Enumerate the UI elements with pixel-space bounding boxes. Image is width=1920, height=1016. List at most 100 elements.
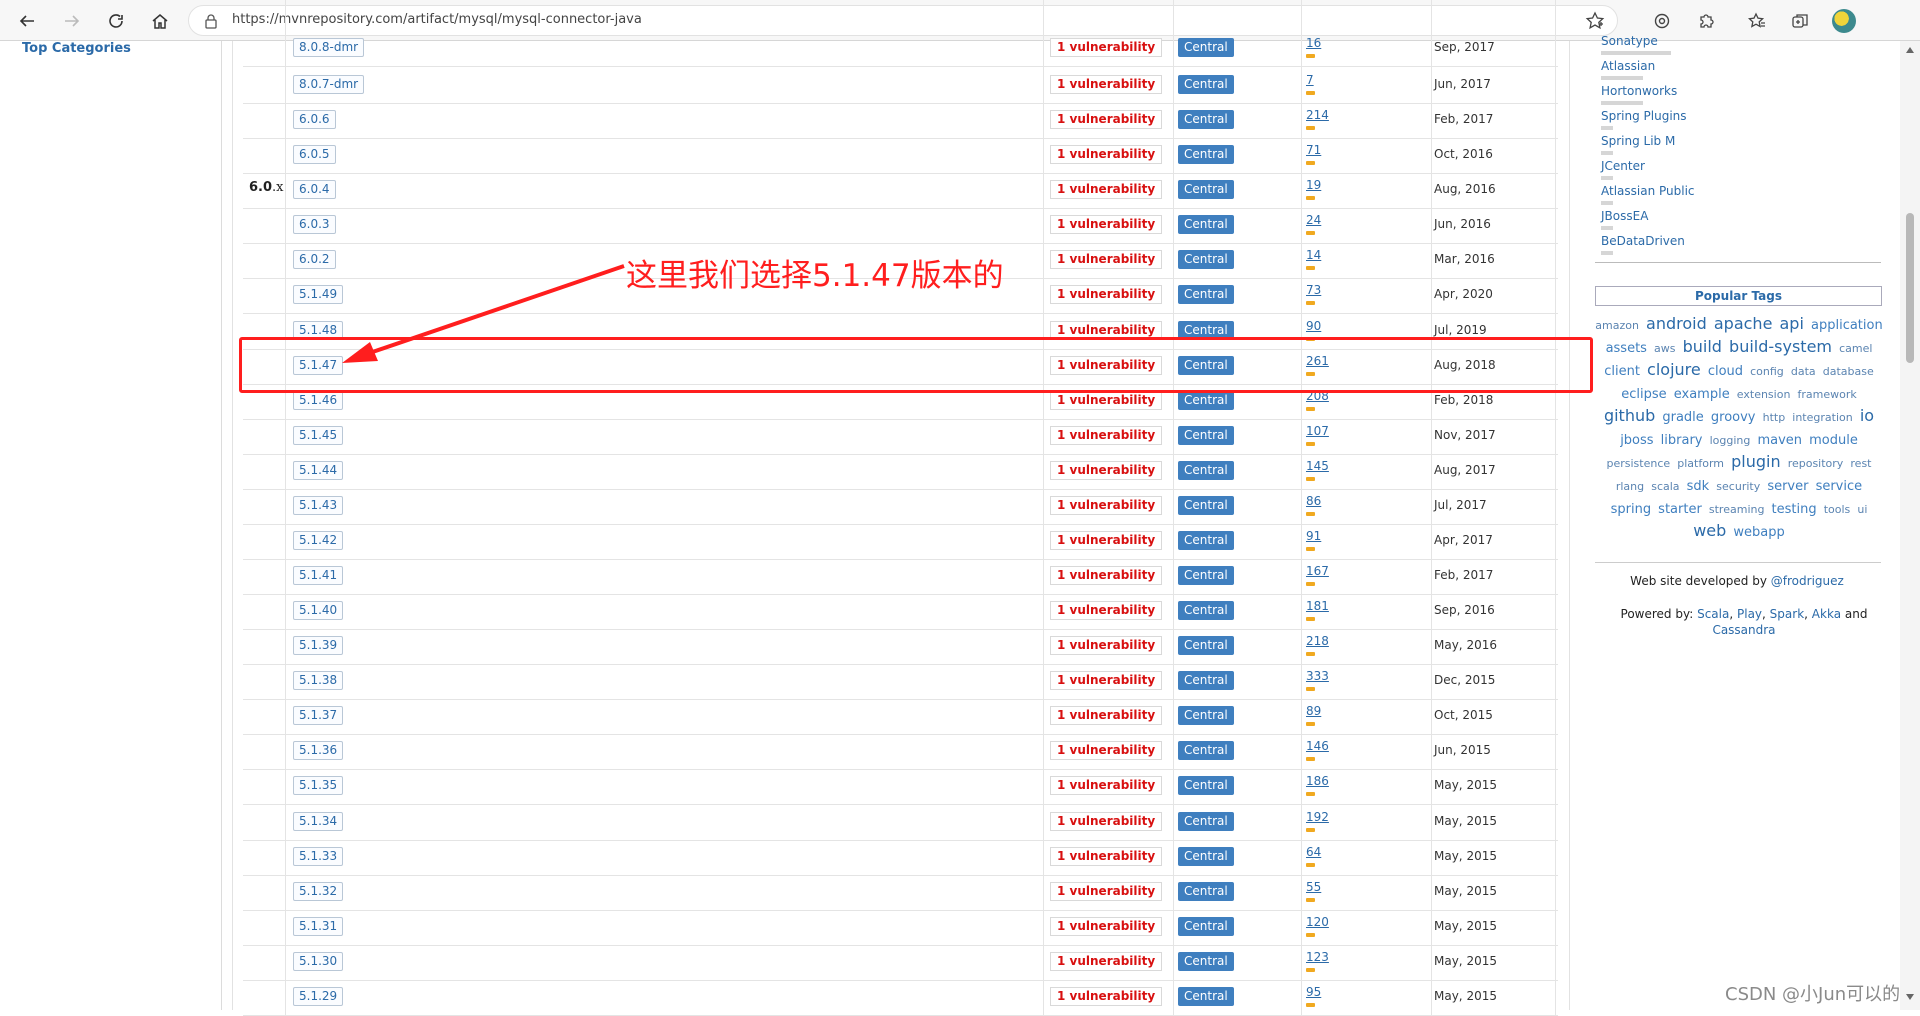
tag-link[interactable]: plugin [1731, 452, 1780, 471]
version-link[interactable]: 5.1.29 [293, 986, 344, 1006]
tag-link[interactable]: scala [1651, 480, 1679, 493]
version-link[interactable]: 5.1.34 [293, 811, 344, 831]
vulnerability-badge[interactable]: 1 vulnerability [1050, 636, 1163, 656]
vulnerability-badge[interactable]: 1 vulnerability [1050, 495, 1163, 515]
tag-link[interactable]: extension [1737, 388, 1791, 401]
vulnerability-badge[interactable]: 1 vulnerability [1050, 180, 1163, 200]
vulnerability-badge[interactable]: 1 vulnerability [1050, 145, 1163, 165]
vulnerability-badge[interactable]: 1 vulnerability [1050, 285, 1163, 305]
usages-link[interactable]: 167 [1306, 564, 1329, 578]
url-text[interactable]: https://mvnrepository.com/artifact/mysql… [232, 12, 642, 27]
tag-link[interactable]: android [1646, 314, 1707, 333]
tag-link[interactable]: maven [1757, 433, 1802, 448]
repository-badge[interactable]: Central [1178, 390, 1234, 410]
vulnerability-badge[interactable]: 1 vulnerability [1050, 601, 1163, 621]
collections-icon[interactable] [1788, 9, 1812, 33]
usages-link[interactable]: 95 [1306, 985, 1321, 999]
tag-link[interactable]: http [1763, 411, 1786, 424]
powered-link-scala[interactable]: Scala [1697, 607, 1729, 621]
version-link[interactable]: 6.0.5 [293, 145, 336, 165]
back-icon[interactable] [15, 9, 39, 33]
tag-link[interactable]: config [1750, 365, 1784, 378]
version-link[interactable]: 5.1.39 [293, 636, 344, 656]
repository-link[interactable]: Sonatype [1601, 34, 1658, 48]
repository-badge[interactable]: Central [1178, 110, 1234, 130]
version-link[interactable]: 5.1.44 [293, 460, 344, 480]
repository-link[interactable]: Spring Lib M [1601, 134, 1675, 148]
repository-link[interactable]: Spring Plugins [1601, 109, 1687, 123]
tag-link[interactable]: clojure [1647, 360, 1701, 379]
tag-link[interactable]: integration [1792, 411, 1852, 424]
usages-link[interactable]: 214 [1306, 108, 1329, 122]
usages-link[interactable]: 186 [1306, 774, 1329, 788]
usages-link[interactable]: 333 [1306, 669, 1329, 683]
tag-link[interactable]: database [1823, 365, 1874, 378]
tag-link[interactable]: platform [1677, 457, 1724, 470]
vulnerability-badge[interactable]: 1 vulnerability [1050, 706, 1163, 726]
version-link[interactable]: 5.1.41 [293, 566, 344, 586]
tag-link[interactable]: logging [1710, 434, 1751, 447]
vulnerability-badge[interactable]: 1 vulnerability [1050, 671, 1163, 691]
repository-badge[interactable]: Central [1178, 636, 1234, 656]
tag-link[interactable]: amazon [1595, 319, 1639, 332]
powered-link-play[interactable]: Play [1737, 607, 1762, 621]
repository-link[interactable]: BeDataDriven [1601, 234, 1685, 248]
forward-icon[interactable] [60, 9, 84, 33]
repository-badge[interactable]: Central [1178, 706, 1234, 726]
tag-link[interactable]: data [1791, 365, 1816, 378]
usages-link[interactable]: 14 [1306, 248, 1321, 262]
scrollbar-thumb[interactable] [1906, 213, 1914, 363]
version-link[interactable]: 5.1.33 [293, 846, 344, 866]
vulnerability-badge[interactable]: 1 vulnerability [1050, 986, 1163, 1006]
usages-link[interactable]: 55 [1306, 880, 1321, 894]
tag-link[interactable]: eclipse [1621, 387, 1666, 402]
tag-link[interactable]: build [1683, 337, 1722, 356]
tag-link[interactable]: server [1767, 479, 1808, 494]
page-scrollbar[interactable] [1900, 41, 1920, 1010]
version-link[interactable]: 6.0.6 [293, 110, 336, 130]
repository-link[interactable]: Hortonworks [1601, 84, 1677, 98]
vulnerability-badge[interactable]: 1 vulnerability [1050, 776, 1163, 796]
tag-link[interactable]: repository [1788, 457, 1844, 470]
version-link[interactable]: 5.1.35 [293, 776, 344, 796]
tag-link[interactable]: starter [1658, 502, 1702, 517]
repository-badge[interactable]: Central [1178, 881, 1234, 901]
tag-link[interactable]: io [1860, 406, 1874, 425]
tag-link[interactable]: example [1674, 387, 1730, 402]
tag-link[interactable]: library [1661, 433, 1703, 448]
powered-link-akka[interactable]: Akka [1812, 607, 1841, 621]
extensions-icon[interactable] [1694, 9, 1718, 33]
tag-link[interactable]: jboss [1620, 433, 1653, 448]
repository-badge[interactable]: Central [1178, 180, 1234, 200]
vulnerability-badge[interactable]: 1 vulnerability [1050, 566, 1163, 586]
version-link[interactable]: 8.0.8-dmr [293, 38, 365, 57]
tag-link[interactable]: rest [1850, 457, 1871, 470]
tag-link[interactable]: application [1811, 318, 1883, 333]
repository-badge[interactable]: Central [1178, 425, 1234, 445]
tracking-prevention-icon[interactable] [1650, 9, 1674, 33]
usages-link[interactable]: 123 [1306, 950, 1329, 964]
usages-link[interactable]: 218 [1306, 634, 1329, 648]
repository-badge[interactable]: Central [1178, 495, 1234, 515]
tag-link[interactable]: framework [1798, 388, 1857, 401]
usages-link[interactable]: 7 [1306, 73, 1314, 87]
usages-link[interactable]: 91 [1306, 529, 1321, 543]
version-link[interactable]: 6.0.3 [293, 215, 336, 235]
profile-avatar[interactable] [1832, 9, 1856, 33]
tag-link[interactable]: service [1816, 479, 1863, 494]
vulnerability-badge[interactable]: 1 vulnerability [1050, 460, 1163, 480]
tag-link[interactable]: build-system [1729, 337, 1832, 356]
usages-link[interactable]: 192 [1306, 810, 1329, 824]
repository-badge[interactable]: Central [1178, 38, 1234, 57]
version-link[interactable]: 5.1.40 [293, 601, 344, 621]
home-icon[interactable] [148, 9, 172, 33]
usages-link[interactable]: 19 [1306, 178, 1321, 192]
tag-link[interactable]: camel [1839, 342, 1872, 355]
vulnerability-badge[interactable]: 1 vulnerability [1050, 250, 1163, 270]
version-link[interactable]: 8.0.7-dmr [293, 75, 365, 95]
version-link[interactable]: 5.1.38 [293, 671, 344, 691]
repository-badge[interactable]: Central [1178, 741, 1234, 761]
tag-link[interactable]: aws [1654, 342, 1675, 355]
version-link[interactable]: 5.1.31 [293, 916, 344, 936]
vulnerability-badge[interactable]: 1 vulnerability [1050, 881, 1163, 901]
